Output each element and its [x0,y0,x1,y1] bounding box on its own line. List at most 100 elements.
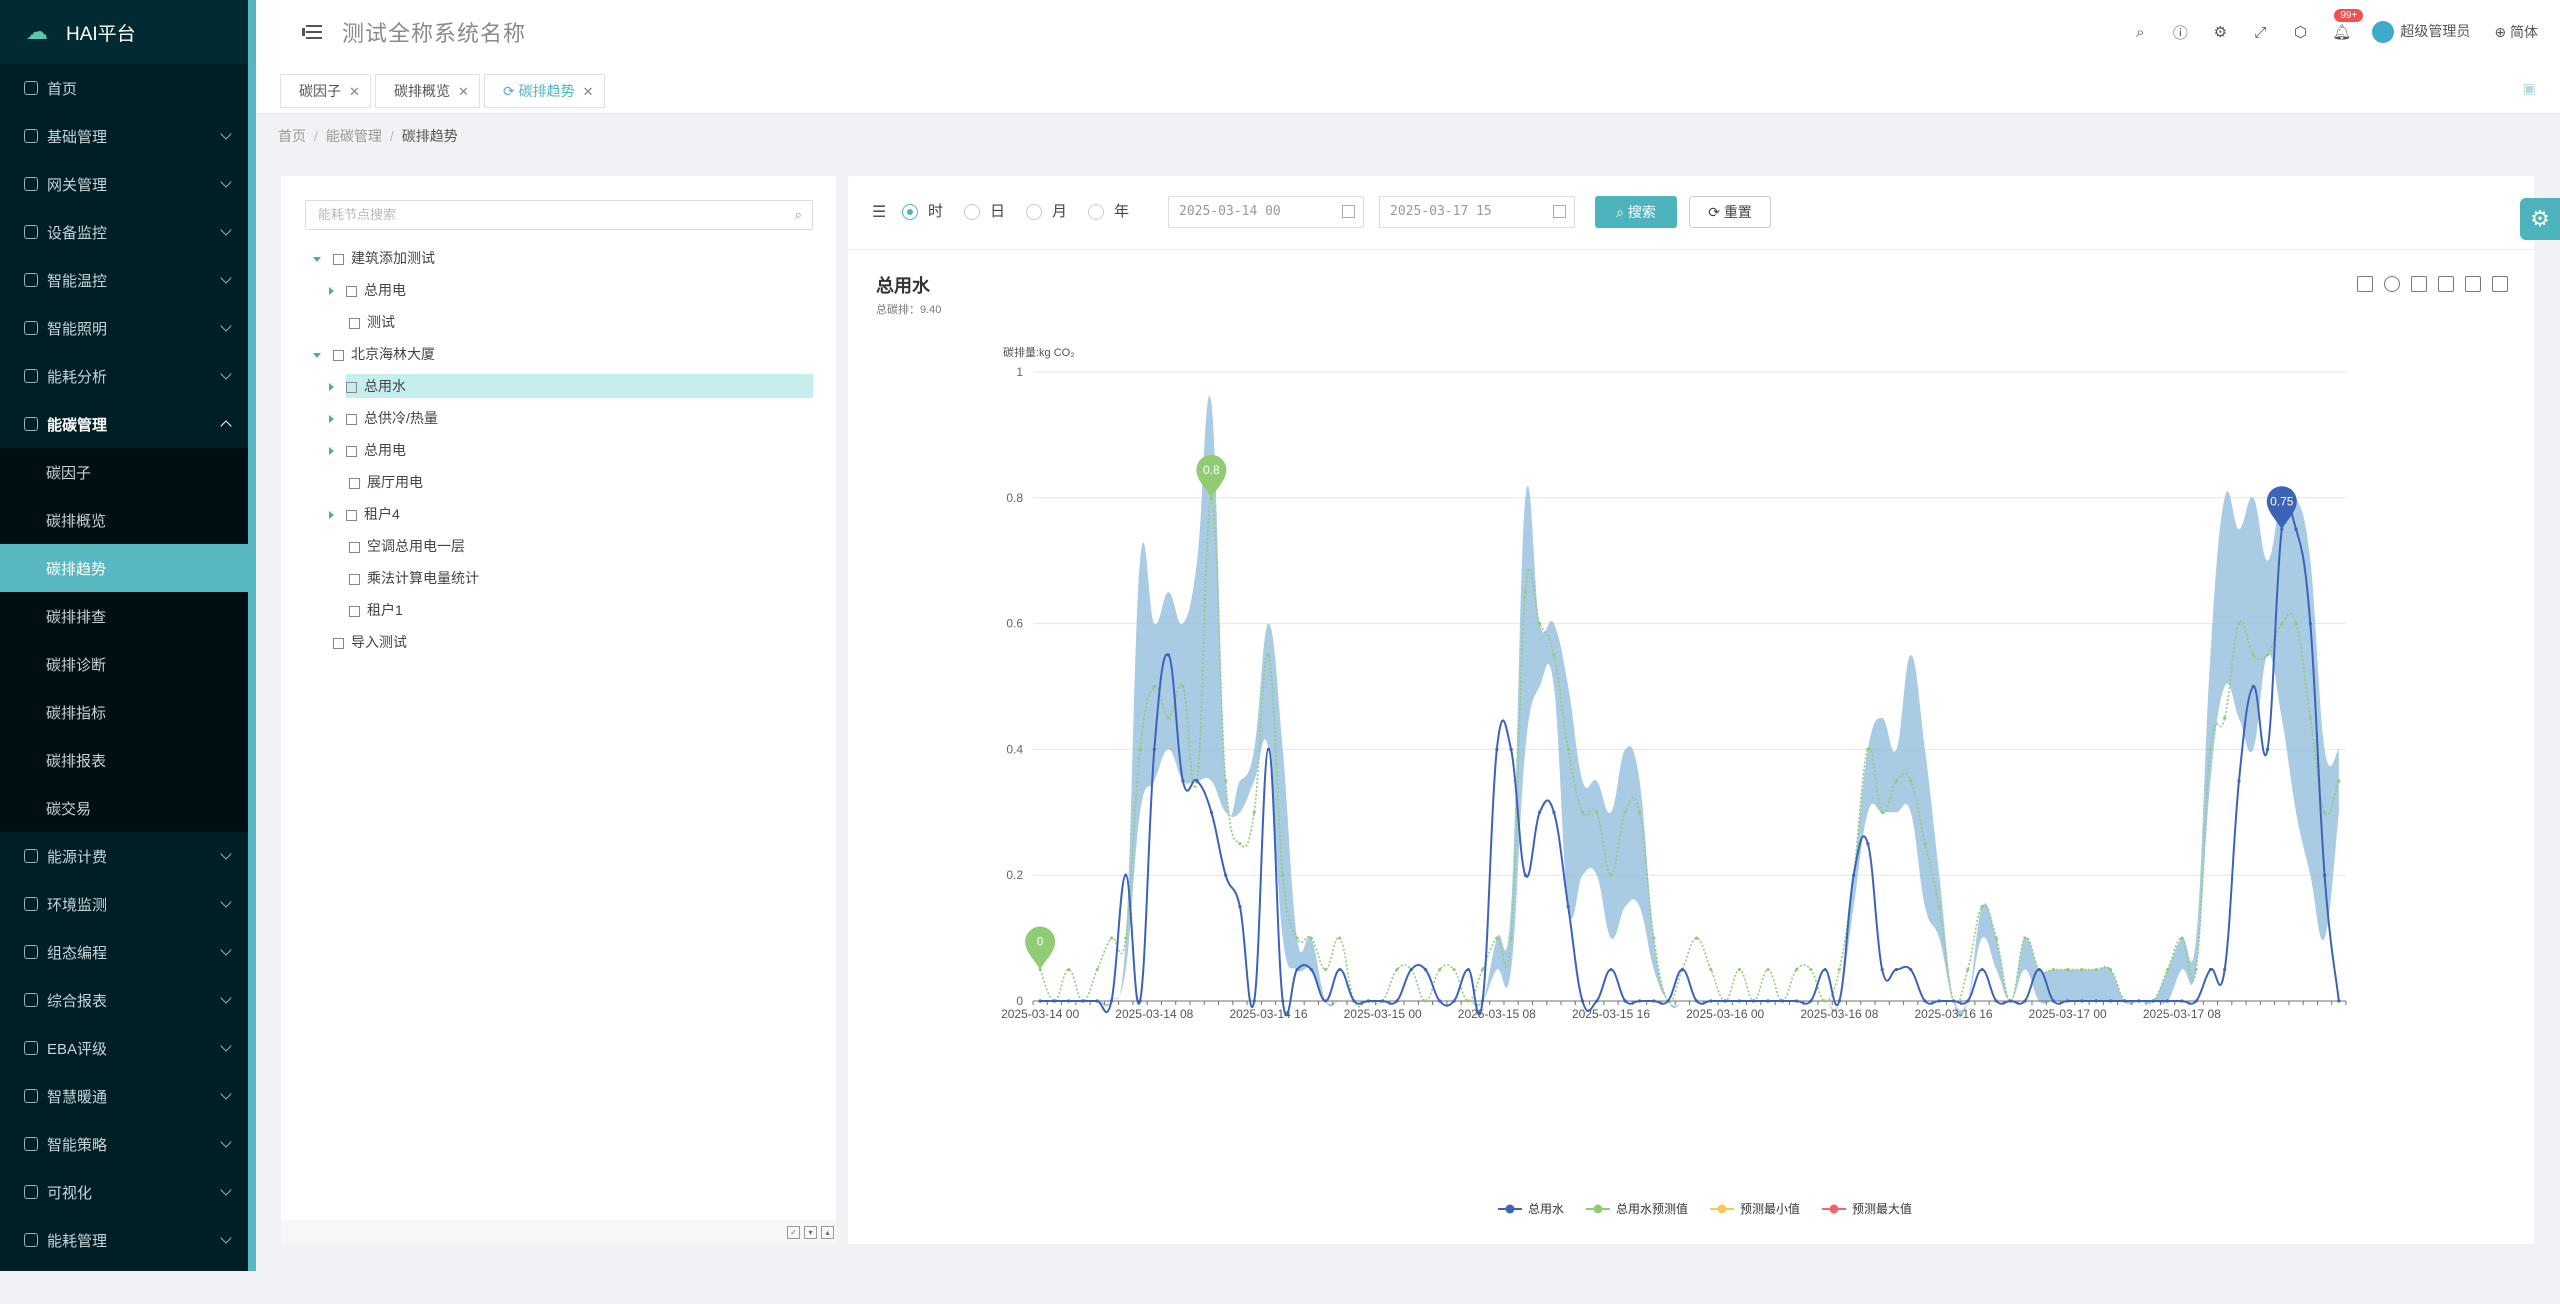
caret-right-icon[interactable] [329,383,334,392]
legend-label[interactable]: 总用水预测值 [1616,1201,1688,1216]
radio-day[interactable]: 日 [964,200,1005,224]
search-icon[interactable]: ⌕ [795,201,802,229]
sidebar-item[interactable]: 碳因子 [0,448,248,496]
tree-node[interactable]: 空调总用电一层 [329,534,465,558]
sidebar-item[interactable]: 网关管理 [0,160,248,208]
sidebar-item[interactable]: 智能策略 [0,1120,248,1168]
tree-node[interactable]: 测试 [329,310,395,334]
caret-down-icon[interactable] [313,352,321,358]
data-point-actual [2322,873,2327,877]
sidebar-item[interactable]: 碳排诊断 [0,640,248,688]
tree-node[interactable]: 总用电 [329,278,406,302]
sidebar-item[interactable]: 能耗管理 [0,1216,248,1264]
sidebar-item[interactable]: 智能温控 [0,256,248,304]
legend-swatch-dot[interactable] [1717,1204,1727,1214]
tree-node[interactable]: 总用电 [329,438,406,462]
tree-node[interactable]: 导入测试 [313,630,407,654]
sidebar-item[interactable]: 综合报表 [0,976,248,1024]
sidebar-item[interactable]: 能碳管理 [0,400,248,448]
bar-chart-icon[interactable] [2438,276,2454,292]
breadcrumb-section[interactable]: 能碳管理 [326,128,382,144]
settings-gear-icon[interactable]: ⚙ [2520,198,2560,240]
tree-node[interactable]: 展厅用电 [329,470,423,494]
sidebar-item[interactable]: 基础管理 [0,112,248,160]
reset-button[interactable]: ⟳ 重置 [1689,196,1771,228]
radio-year[interactable]: 年 [1088,200,1129,224]
sidebar-item[interactable]: 碳排指标 [0,688,248,736]
sidebar-item[interactable]: 碳排概览 [0,496,248,544]
sidebar-item[interactable]: 碳交易 [0,784,248,832]
legend-label[interactable]: 预测最大值 [1852,1201,1912,1216]
breadcrumb-home[interactable]: 首页 [278,128,306,144]
legend-swatch-dot[interactable] [1593,1204,1603,1214]
help-icon[interactable]: ⓘ [2172,22,2188,43]
close-icon[interactable]: ✕ [583,84,594,99]
data-point-prediction [1809,967,1813,972]
legend-swatch-dot[interactable] [1505,1204,1515,1214]
tree-node[interactable]: 北京海林大厦 [313,342,435,366]
close-icon[interactable]: ✕ [458,84,469,99]
tree-node[interactable]: 乘法计算电量统计 [329,566,479,590]
menu-collapse-icon[interactable] [302,24,322,40]
sidebar-item[interactable]: 碳排趋势 [0,544,248,592]
sidebar-item[interactable]: 环境监测 [0,880,248,928]
sidebar-item[interactable]: 碳排报表 [0,736,248,784]
restore-icon[interactable] [2384,276,2400,292]
caret-right-icon[interactable] [329,415,334,424]
tree-node[interactable]: 建筑添加测试 [313,246,435,270]
line-chart-icon[interactable] [2411,276,2427,292]
tree-toggle-icon[interactable]: ☰ [872,202,886,222]
lock-icon[interactable]: ▣ [2523,80,2536,97]
sidebar-item[interactable]: 设备监控 [0,208,248,256]
sidebar-item[interactable]: 可视化 [0,1168,248,1216]
sidebar-item[interactable]: 组态编程 [0,928,248,976]
sidebar-item[interactable]: 碳排排查 [0,592,248,640]
expand-all-icon[interactable]: ▾ [804,1226,817,1239]
tree-node[interactable]: 租户1 [329,598,403,622]
close-icon[interactable]: ✕ [349,84,360,99]
fullscreen-icon[interactable]: ⤢ [2252,24,2268,41]
tree-search-input[interactable]: 能耗节点搜索 ⌕ [305,200,813,230]
tree-node[interactable]: 租户4 [329,502,400,526]
tab-carbon-factor[interactable]: 碳因子 ✕ [280,74,371,108]
legend-label[interactable]: 总用水 [1528,1202,1564,1216]
sidebar-item[interactable]: EBA评级 [0,1024,248,1072]
caret-right-icon[interactable] [329,447,334,456]
package-icon[interactable]: ⬡ [2292,23,2308,41]
sidebar-item[interactable]: 首页 [0,64,248,112]
tree-node[interactable]: 总供冷/热量 [329,406,438,430]
data-point-actual [1038,999,1042,1003]
collapse-all-icon[interactable]: ▴ [821,1226,834,1239]
data-point-actual [1338,967,1342,972]
start-date-input[interactable]: 2025-03-14 00 [1168,196,1364,228]
check-all-icon[interactable]: ✓ [787,1226,800,1239]
caret-down-icon[interactable] [313,256,321,262]
fullscreen-icon[interactable] [2492,276,2508,292]
refresh-icon[interactable]: ⟳ [503,83,519,99]
download-icon[interactable] [2357,276,2373,292]
tab-carbon-overview[interactable]: 碳排概览 ✕ [375,74,480,108]
search-icon[interactable]: ⌕ [2132,24,2148,41]
marker-label: 0.75 [2270,494,2294,508]
sidebar-item[interactable]: 能源计费 [0,832,248,880]
sidebar-item[interactable]: 能耗分析 [0,352,248,400]
tree-node[interactable]: 总用水 [329,374,813,398]
radio-month[interactable]: 月 [1026,200,1067,224]
settings-icon[interactable]: ⚙ [2212,23,2228,41]
end-date-input[interactable]: 2025-03-17 15 [1379,196,1575,228]
caret-right-icon[interactable] [329,287,334,296]
legend-label[interactable]: 预测最小值 [1740,1201,1800,1216]
user-menu[interactable]: 超级管理员 [2372,21,2470,44]
caret-right-icon[interactable] [329,511,334,520]
tab-carbon-trend[interactable]: ⟳ 碳排趋势 ✕ [484,74,605,108]
bell-icon[interactable]: 🔔︎ 99+ [2332,9,2364,41]
app-logo[interactable]: ☁ HAI平台 [0,0,248,64]
search-button[interactable]: ⌕ 搜索 [1595,196,1677,228]
stack-icon[interactable] [2465,276,2481,292]
sidebar-item[interactable]: 智慧暖通 [0,1072,248,1120]
sidebar-item[interactable]: 智能照明 [0,304,248,352]
legend-swatch-dot[interactable] [1829,1204,1839,1214]
sidebar-scrollbar[interactable] [248,0,256,1271]
radio-hour[interactable]: 时 [902,200,943,224]
language-switch[interactable]: ⊕ 简体 [2494,22,2538,42]
